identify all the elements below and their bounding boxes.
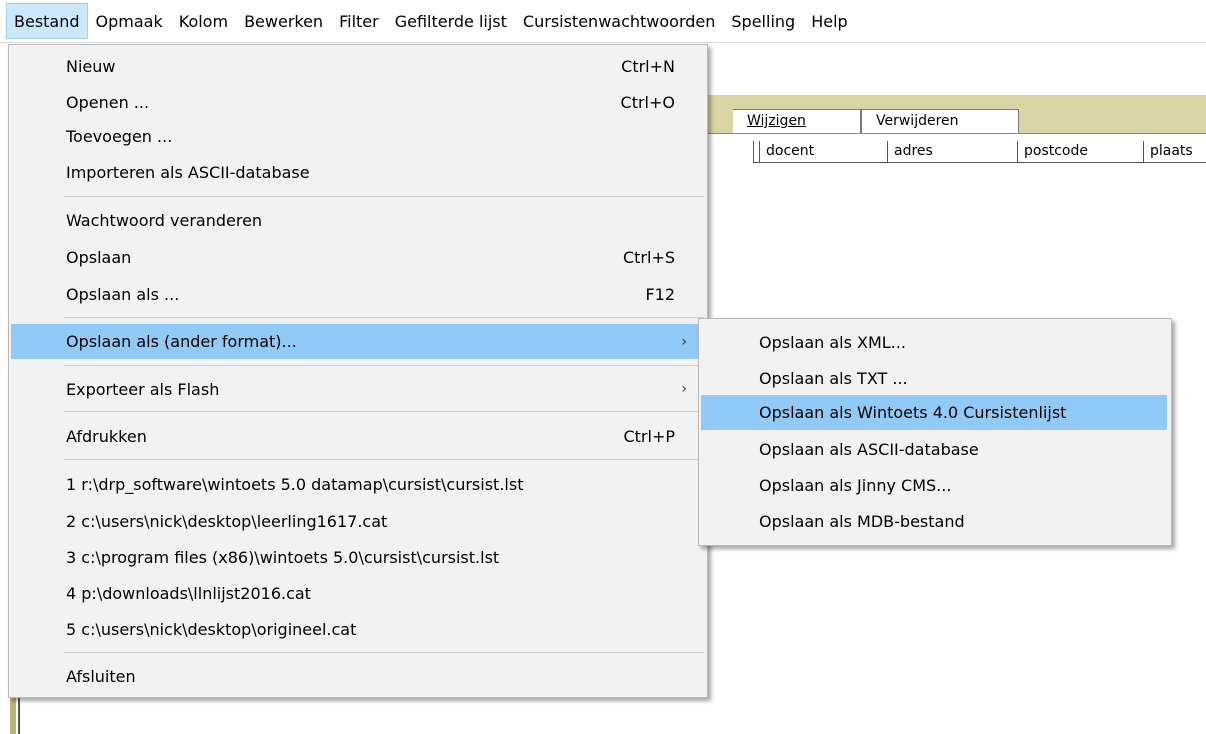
shortcut-label: F12 xyxy=(645,284,675,304)
shortcut-label: Ctrl+N xyxy=(621,56,675,76)
shortcut-label: Ctrl+O xyxy=(620,92,675,112)
chevron-right-icon: › xyxy=(681,333,687,350)
menu-cursistenwachtwoorden[interactable]: Cursistenwachtwoorden xyxy=(515,3,723,39)
menu-bewerken[interactable]: Bewerken xyxy=(236,3,331,39)
menu-opmaak[interactable]: Opmaak xyxy=(88,3,171,39)
submenu-item-mdb-bestand[interactable]: Opslaan als MDB-bestand xyxy=(701,504,1167,539)
bestand-menu: Nieuw Ctrl+N Openen ... Ctrl+O Toevoegen… xyxy=(8,44,708,698)
tab-divider xyxy=(690,133,1206,134)
menu-item-openen[interactable]: Openen ... Ctrl+O xyxy=(11,85,705,119)
menu-item-exporteer-flash[interactable]: Exporteer als Flash › xyxy=(11,372,705,406)
menu-separator xyxy=(64,459,704,460)
menu-gefilterde-lijst[interactable]: Gefilterde lijst xyxy=(387,3,515,39)
recent-file-2[interactable]: 2 c:\users\nick\desktop\leerling1617.cat xyxy=(11,504,705,538)
submenu-item-wintoets-cursistenlijst[interactable]: Opslaan als Wintoets 4.0 Cursistenlijst xyxy=(701,395,1167,430)
submenu-item-jinny-cms[interactable]: Opslaan als Jinny CMS... xyxy=(701,468,1167,503)
menu-kolom[interactable]: Kolom xyxy=(171,3,236,39)
column-plaats[interactable]: plaats xyxy=(1143,141,1206,163)
menu-separator xyxy=(64,317,704,318)
submenu-item-label: Opslaan als XML... xyxy=(759,333,906,352)
submenu-item-txt[interactable]: Opslaan als TXT ... xyxy=(701,361,1167,396)
submenu-item-label: Opslaan als Jinny CMS... xyxy=(759,476,952,495)
tab-wijzigen[interactable]: Wijzigen xyxy=(733,109,861,133)
recent-file-4[interactable]: 4 p:\downloads\llnlijst2016.cat xyxy=(11,576,705,610)
menu-item-toevoegen[interactable]: Toevoegen ... xyxy=(11,119,705,153)
column-adres[interactable]: adres xyxy=(887,141,1017,163)
recent-file-label: 3 c:\program files (x86)\wintoets 5.0\cu… xyxy=(66,547,500,567)
menu-item-label: Importeren als ASCII-database xyxy=(66,162,310,182)
column-postcode[interactable]: postcode xyxy=(1017,141,1143,163)
recent-file-label: 2 c:\users\nick\desktop\leerling1617.cat xyxy=(66,511,388,531)
menu-item-wachtwoord-veranderen[interactable]: Wachtwoord veranderen xyxy=(11,203,705,237)
menu-item-label: Nieuw xyxy=(66,56,116,76)
menu-item-label: Wachtwoord veranderen xyxy=(66,210,263,230)
tab-verwijderen[interactable]: Verwijderen xyxy=(861,109,1019,133)
menu-help[interactable]: Help xyxy=(803,3,855,39)
menu-item-label: Opslaan xyxy=(66,247,132,267)
menu-item-afdrukken[interactable]: Afdrukken Ctrl+P xyxy=(11,419,705,453)
submenu-item-label: Opslaan als TXT ... xyxy=(759,369,908,388)
chevron-right-icon: › xyxy=(681,381,687,397)
menu-bestand[interactable]: Bestand xyxy=(6,3,88,39)
menu-item-label: Afdrukken xyxy=(66,426,147,446)
recent-file-label: 5 c:\users\nick\desktop\origineel.cat xyxy=(66,619,357,639)
menu-item-label: Opslaan als (ander format)... xyxy=(66,332,297,351)
menu-item-opslaan-als[interactable]: Opslaan als ... F12 xyxy=(11,277,705,311)
menu-item-afsluiten[interactable]: Afsluiten xyxy=(11,659,705,693)
menu-item-label: Exporteer als Flash xyxy=(66,379,220,399)
column-docent[interactable]: docent xyxy=(759,141,887,163)
menu-item-opslaan-ander-format[interactable]: Opslaan als (ander format)... › xyxy=(11,324,705,359)
grid-header: docent adres postcode plaats xyxy=(690,141,1206,163)
recent-file-1[interactable]: 1 r:\drp_software\wintoets 5.0 datamap\c… xyxy=(11,467,705,501)
menu-item-label: Afsluiten xyxy=(66,666,136,686)
menu-item-nieuw[interactable]: Nieuw Ctrl+N xyxy=(11,49,705,83)
menu-item-label: Opslaan als ... xyxy=(66,284,180,304)
submenu-item-ascii-database[interactable]: Opslaan als ASCII-database xyxy=(701,432,1167,467)
menu-filter[interactable]: Filter xyxy=(331,3,387,39)
recent-file-3[interactable]: 3 c:\program files (x86)\wintoets 5.0\cu… xyxy=(11,540,705,574)
menu-separator xyxy=(64,652,704,653)
submenu-item-label: Opslaan als Wintoets 4.0 Cursistenlijst xyxy=(759,403,1067,422)
opslaan-ander-format-submenu: Opslaan als XML... Opslaan als TXT ... O… xyxy=(698,318,1172,546)
submenu-item-xml[interactable]: Opslaan als XML... xyxy=(701,325,1167,360)
submenu-item-label: Opslaan als MDB-bestand xyxy=(759,512,965,531)
menu-separator xyxy=(64,196,704,197)
menu-item-importeren[interactable]: Importeren als ASCII-database xyxy=(11,155,705,189)
recent-file-label: 1 r:\drp_software\wintoets 5.0 datamap\c… xyxy=(66,474,524,494)
submenu-item-label: Opslaan als ASCII-database xyxy=(759,440,979,459)
tab-verwijderen-label: Verwijderen xyxy=(876,113,959,129)
menu-bar: Bestand Opmaak Kolom Bewerken Filter Gef… xyxy=(0,0,1206,43)
menu-item-label: Openen ... xyxy=(66,92,150,112)
recent-file-label: 4 p:\downloads\llnlijst2016.cat xyxy=(66,583,311,603)
tab-wijzigen-label: Wijzigen xyxy=(747,113,806,129)
shortcut-label: Ctrl+S xyxy=(622,247,675,267)
menu-separator xyxy=(64,365,704,366)
menu-item-label: Toevoegen ... xyxy=(66,126,173,146)
menu-spelling[interactable]: Spelling xyxy=(723,3,803,39)
shortcut-label: Ctrl+P xyxy=(623,426,675,446)
menu-item-opslaan[interactable]: Opslaan Ctrl+S xyxy=(11,240,705,274)
menu-separator xyxy=(64,411,704,412)
recent-file-5[interactable]: 5 c:\users\nick\desktop\origineel.cat xyxy=(11,612,705,646)
